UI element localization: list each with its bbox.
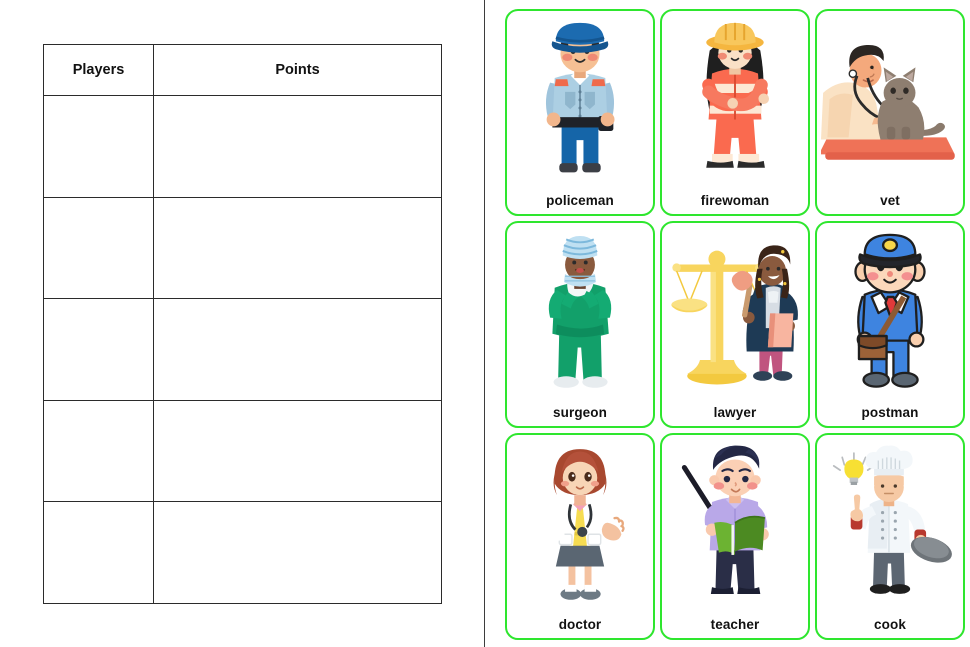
table-row[interactable] [43,501,442,604]
doctor-icon [511,440,649,617]
flashcard-teacher[interactable]: teacher [660,433,810,640]
flashcard-label: policeman [546,193,614,208]
flashcards-pane: policeman firewoman vet surgeon lawyer p… [500,0,970,647]
flashcard-doctor[interactable]: doctor [505,433,655,640]
pane-divider [484,0,486,647]
flashcard-label: cook [874,617,906,632]
flashcard-cook[interactable]: cook [815,433,965,640]
flashcard-label: surgeon [553,405,607,420]
column-header-players: Players [43,44,154,96]
table-header-row: Players Points [43,44,442,96]
cell-player[interactable] [43,196,154,299]
flashcard-label: doctor [558,617,602,632]
flashcard-postman[interactable]: postman [815,221,965,428]
lawyer-icon [666,228,804,405]
flashcard-firewoman[interactable]: firewoman [660,9,810,216]
table-row[interactable] [43,298,442,401]
cell-player[interactable] [43,95,154,198]
postman-icon [821,228,959,405]
cell-player[interactable] [43,501,154,604]
vet-icon [821,16,959,193]
table-row[interactable] [43,196,442,299]
surgeon-icon [511,228,649,405]
cell-points[interactable] [153,196,442,299]
policeman-icon [511,16,649,193]
cell-points[interactable] [153,95,442,198]
table-row[interactable] [43,95,442,198]
cook-icon [821,440,959,617]
table-row[interactable] [43,399,442,502]
flashcard-label: firewoman [700,193,770,208]
column-header-points: Points [153,44,442,96]
scoreboard-pane: Players Points [0,0,484,647]
flashcard-grid: policeman firewoman vet surgeon lawyer p… [505,9,965,640]
flashcard-label: teacher [710,617,760,632]
teacher-icon [666,440,804,617]
cell-player[interactable] [43,298,154,401]
flashcard-label: postman [861,405,919,420]
score-table: Players Points [43,44,442,604]
cell-points[interactable] [153,298,442,401]
cell-points[interactable] [153,399,442,502]
cell-points[interactable] [153,501,442,604]
flashcard-label: lawyer [713,405,757,420]
cell-player[interactable] [43,399,154,502]
flashcard-label: vet [880,193,900,208]
flashcard-vet[interactable]: vet [815,9,965,216]
firewoman-icon [666,16,804,193]
flashcard-lawyer[interactable]: lawyer [660,221,810,428]
flashcard-policeman[interactable]: policeman [505,9,655,216]
flashcard-surgeon[interactable]: surgeon [505,221,655,428]
